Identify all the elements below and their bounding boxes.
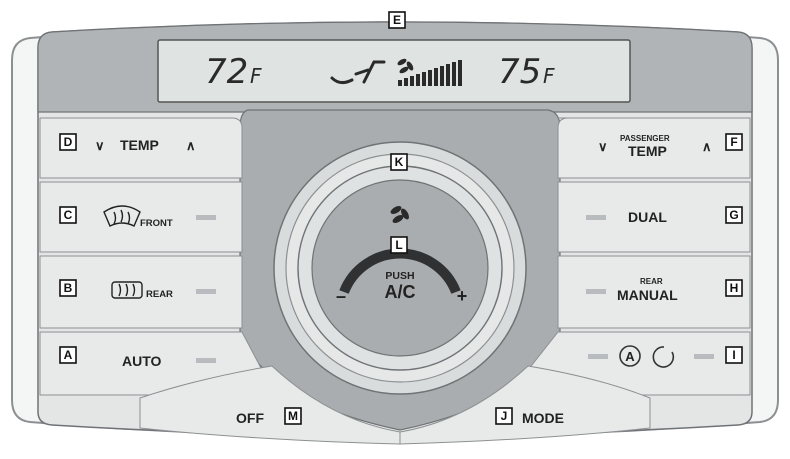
- front-defrost-indicator: [196, 215, 216, 220]
- callout-G: G: [725, 206, 743, 224]
- recirc-left-indicator: [588, 354, 608, 359]
- svg-text:L: L: [395, 238, 402, 252]
- callout-H: H: [725, 279, 743, 297]
- svg-text:H: H: [730, 281, 739, 295]
- callout-D: D: [59, 133, 77, 151]
- passenger-temp-button[interactable]: PASSENGER TEMP ∨ ∧: [557, 117, 751, 179]
- svg-text:I: I: [732, 348, 735, 362]
- passenger-temp-unit: F: [543, 64, 555, 88]
- climate-control-panel: 72 F 75 F ∨ TEMP ∧ FRONT REAR AUTO OFF P…: [11, 11, 779, 445]
- ac-push-label: PUSH: [385, 270, 414, 282]
- callout-F: F: [725, 133, 743, 151]
- svg-text:F: F: [730, 135, 737, 149]
- mode-label: MODE: [522, 410, 564, 426]
- callout-L: L: [390, 236, 408, 254]
- dual-indicator: [586, 215, 606, 220]
- callout-B: B: [59, 279, 77, 297]
- auto-recirc-letter: A: [625, 349, 635, 364]
- callout-M: M: [284, 407, 302, 425]
- svg-text:K: K: [395, 155, 404, 169]
- callout-C: C: [59, 206, 77, 224]
- rear-manual-button[interactable]: REAR MANUAL: [557, 255, 751, 329]
- auto-label: AUTO: [122, 353, 162, 369]
- callout-E: E: [388, 11, 406, 29]
- dual-label: DUAL: [628, 209, 667, 225]
- callout-K: K: [390, 153, 408, 171]
- front-defrost-label: FRONT: [140, 218, 173, 229]
- rear-defrost-indicator: [196, 289, 216, 294]
- rear-defrost-label: REAR: [146, 289, 173, 300]
- temp-left-down-icon: ∨: [95, 138, 105, 153]
- dual-button[interactable]: DUAL: [557, 181, 751, 253]
- passenger-temp-small-label: PASSENGER: [620, 134, 670, 143]
- callout-I: I: [725, 346, 743, 364]
- svg-text:A: A: [64, 348, 73, 362]
- svg-text:J: J: [501, 409, 508, 423]
- svg-text:B: B: [64, 281, 73, 295]
- passenger-temp-value: 75: [498, 52, 541, 92]
- off-label: OFF: [236, 410, 264, 426]
- ac-label: A/C: [385, 282, 416, 302]
- temp-left-label: TEMP: [120, 137, 159, 153]
- rear-manual-indicator: [586, 289, 606, 294]
- svg-text:D: D: [64, 135, 73, 149]
- driver-temp-value: 72: [205, 52, 248, 92]
- rear-manual-label: MANUAL: [617, 287, 678, 303]
- callout-A: A: [59, 346, 77, 364]
- fan-plus-icon: +: [457, 286, 468, 306]
- driver-temp-unit: F: [250, 64, 262, 88]
- fan-minus-icon: –: [336, 286, 346, 306]
- passenger-temp-label: TEMP: [628, 143, 667, 159]
- recirc-right-indicator: [694, 354, 714, 359]
- ac-button[interactable]: PUSH A/C – +: [311, 179, 489, 357]
- passenger-temp-up-icon: ∧: [702, 139, 712, 154]
- auto-indicator: [196, 358, 216, 363]
- passenger-temp-down-icon: ∨: [598, 139, 608, 154]
- temp-left-up-icon: ∧: [186, 138, 196, 153]
- svg-text:E: E: [393, 13, 401, 27]
- svg-text:M: M: [288, 409, 298, 423]
- callout-J: J: [495, 407, 513, 425]
- rear-manual-small-label: REAR: [640, 277, 663, 286]
- svg-text:G: G: [729, 208, 738, 222]
- svg-text:C: C: [64, 208, 73, 222]
